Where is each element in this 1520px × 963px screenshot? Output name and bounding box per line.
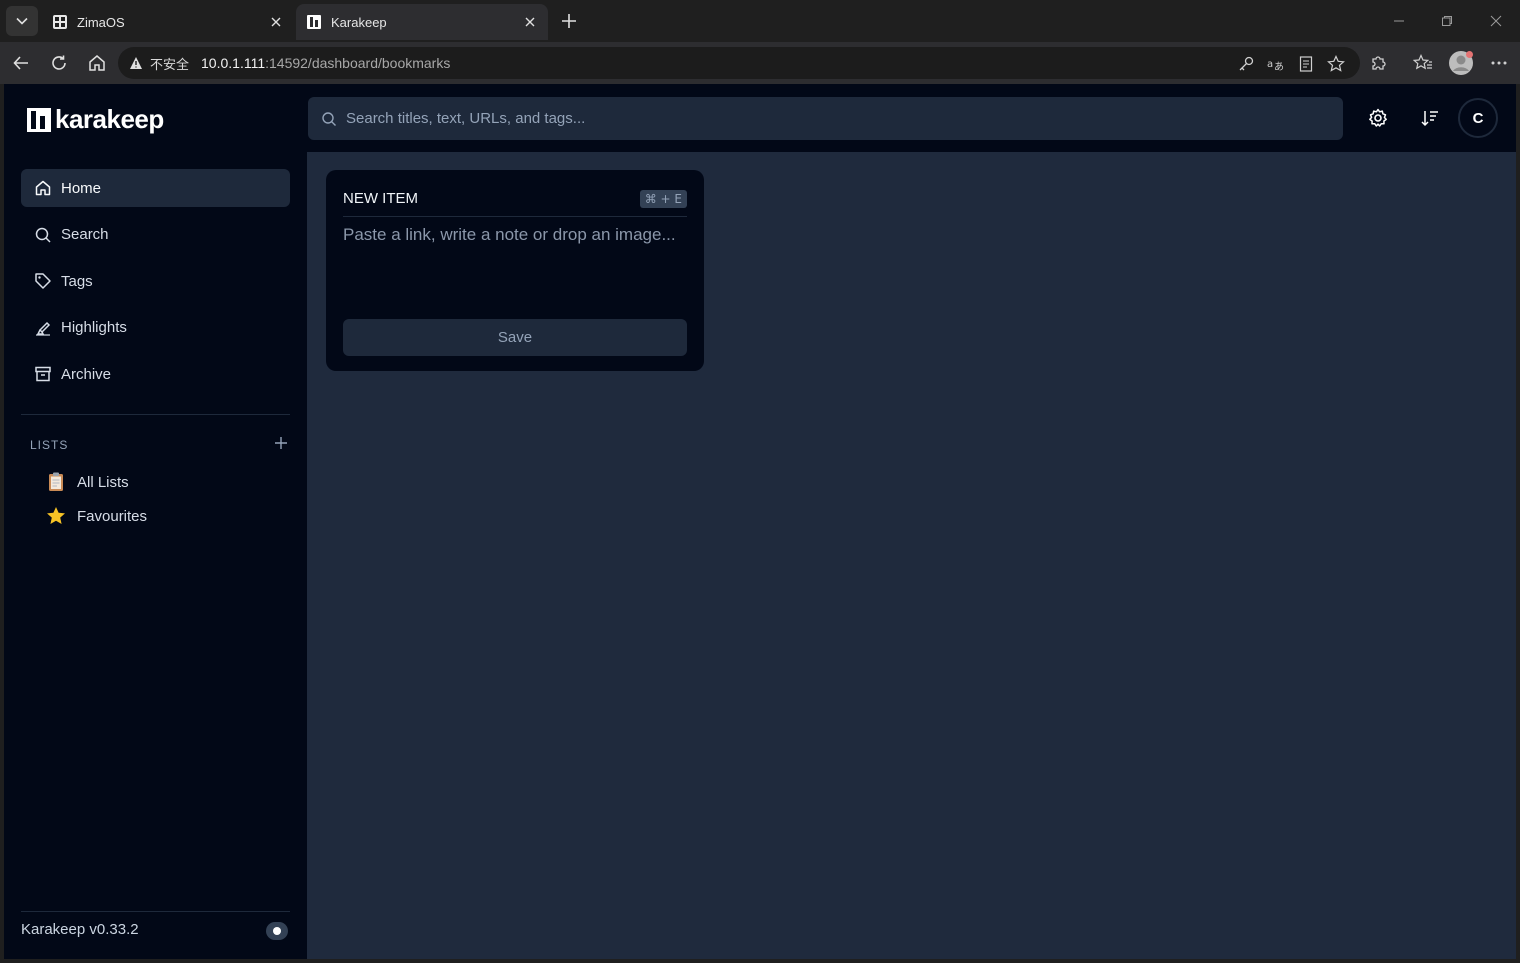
brand-name: karakeep bbox=[55, 104, 164, 134]
lists-heading: LISTS bbox=[30, 437, 69, 452]
list-item-all-lists[interactable]: All Lists bbox=[46, 470, 129, 494]
reload-icon bbox=[52, 55, 66, 70]
main-nav: Home Search Tags Highlights Archive bbox=[21, 169, 290, 402]
new-tab-button[interactable] bbox=[556, 8, 582, 34]
tab-title: Karakeep bbox=[331, 14, 387, 30]
reload-button[interactable] bbox=[46, 50, 72, 76]
new-item-input[interactable] bbox=[343, 225, 687, 305]
home-button[interactable] bbox=[84, 50, 110, 76]
new-item-card: NEW ITEM ⌘ + E Save bbox=[326, 170, 704, 371]
favorites-button[interactable] bbox=[1410, 50, 1436, 76]
reader-icon[interactable] bbox=[1296, 54, 1316, 74]
svg-text:a: a bbox=[1267, 59, 1273, 70]
close-icon[interactable] bbox=[268, 14, 284, 30]
sidebar-divider bbox=[21, 414, 290, 415]
tag-icon bbox=[34, 272, 52, 290]
tab-actions-button[interactable] bbox=[6, 6, 38, 36]
nav-item-label: Home bbox=[61, 179, 102, 197]
nav-item-label: Archive bbox=[61, 365, 112, 383]
warning-icon bbox=[128, 55, 144, 71]
highlighter-icon bbox=[34, 319, 52, 337]
list-item-label: Favourites bbox=[77, 507, 148, 525]
karakeep-logo-icon bbox=[27, 107, 51, 132]
close-window-button[interactable] bbox=[1483, 8, 1509, 34]
svg-text:あ: あ bbox=[1274, 61, 1284, 72]
nav-item-search[interactable]: Search bbox=[21, 216, 290, 254]
close-icon[interactable] bbox=[522, 14, 538, 30]
nav-item-highlights[interactable]: Highlights bbox=[21, 309, 290, 347]
search-icon bbox=[34, 226, 52, 244]
restore-icon bbox=[1442, 16, 1452, 26]
sort-icon bbox=[1421, 111, 1438, 127]
save-button[interactable]: Save bbox=[343, 319, 687, 356]
sort-button[interactable] bbox=[1416, 104, 1444, 132]
search-icon bbox=[320, 110, 338, 128]
tab-zimaos[interactable]: ZimaOS bbox=[42, 4, 294, 40]
more-horizontal-icon bbox=[1491, 61, 1507, 65]
translate-icon[interactable]: aあ bbox=[1266, 54, 1286, 74]
list-item-label: All Lists bbox=[77, 473, 129, 491]
new-item-title: NEW ITEM bbox=[343, 190, 418, 207]
chevron-down-icon bbox=[16, 17, 28, 25]
profile-avatar-icon bbox=[1449, 51, 1473, 75]
sidebar: karakeep Home Search Tags Highlights Arc… bbox=[4, 84, 307, 959]
nav-item-label: Highlights bbox=[61, 319, 127, 336]
plus-icon bbox=[275, 437, 287, 449]
nav-item-home[interactable]: Home bbox=[21, 169, 290, 207]
gear-icon bbox=[1369, 108, 1387, 127]
star-outline-icon[interactable] bbox=[1326, 54, 1346, 74]
lists-header: LISTS bbox=[30, 436, 288, 453]
browser-tab-bar: ZimaOS Karakeep bbox=[0, 0, 1520, 42]
browser-address-bar: 不安全 10.0.1.111:14592/dashboard/bookmarks… bbox=[0, 42, 1520, 84]
star-icon bbox=[46, 506, 66, 526]
toggle-knob bbox=[273, 927, 281, 935]
minimize-button[interactable] bbox=[1386, 8, 1412, 34]
profile-button[interactable] bbox=[1447, 50, 1475, 76]
new-item-header: NEW ITEM ⌘ + E bbox=[343, 187, 687, 217]
tab-title: ZimaOS bbox=[77, 14, 125, 30]
search-bar[interactable] bbox=[308, 97, 1343, 140]
tab-karakeep[interactable]: Karakeep bbox=[296, 4, 548, 40]
nav-item-archive[interactable]: Archive bbox=[21, 355, 290, 393]
sidebar-footer-divider bbox=[21, 911, 290, 912]
karakeep-icon bbox=[306, 14, 322, 30]
settings-button[interactable] bbox=[1364, 104, 1392, 132]
more-menu-button[interactable] bbox=[1486, 50, 1512, 76]
archive-icon bbox=[34, 365, 52, 383]
search-input[interactable] bbox=[346, 97, 1343, 140]
add-list-button[interactable] bbox=[274, 436, 288, 453]
home-icon bbox=[34, 179, 52, 197]
restore-button[interactable] bbox=[1434, 8, 1460, 34]
back-button[interactable] bbox=[8, 50, 34, 76]
minimize-icon bbox=[1394, 20, 1404, 22]
nav-item-label: Tags bbox=[61, 272, 93, 290]
nav-item-tags[interactable]: Tags bbox=[21, 262, 290, 300]
karakeep-app: karakeep Home Search Tags Highlights Arc… bbox=[4, 84, 1516, 959]
plus-icon bbox=[562, 14, 576, 28]
close-icon bbox=[1490, 15, 1502, 27]
brand-logo[interactable]: karakeep bbox=[27, 104, 164, 135]
url-path: :14592/dashboard/bookmarks bbox=[265, 55, 451, 71]
list-item-favourites[interactable]: Favourites bbox=[46, 504, 147, 528]
clipboard-icon bbox=[46, 472, 66, 492]
home-icon bbox=[89, 55, 105, 71]
url-bar[interactable]: 不安全 10.0.1.111:14592/dashboard/bookmarks… bbox=[118, 47, 1360, 79]
zimaos-icon bbox=[52, 14, 68, 30]
extensions-button[interactable] bbox=[1366, 50, 1392, 76]
security-label: 不安全 bbox=[150, 57, 190, 73]
favorites-icon bbox=[1413, 54, 1432, 70]
theme-toggle[interactable] bbox=[266, 922, 288, 940]
arrow-left-icon bbox=[13, 56, 28, 70]
app-version: Karakeep v0.33.2 bbox=[21, 921, 139, 938]
shortcut-badge: ⌘ + E bbox=[639, 189, 687, 208]
url-host: 10.0.1.111 bbox=[201, 55, 266, 71]
user-avatar[interactable]: C bbox=[1458, 98, 1498, 138]
key-icon[interactable] bbox=[1236, 54, 1256, 74]
puzzle-icon bbox=[1372, 56, 1386, 70]
nav-item-label: Search bbox=[61, 226, 109, 243]
